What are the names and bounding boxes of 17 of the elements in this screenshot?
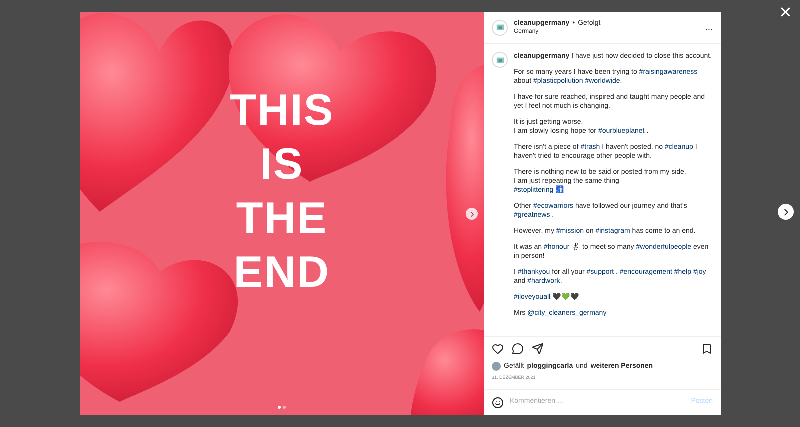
comment-icon[interactable] xyxy=(512,343,524,355)
liker-avatar[interactable] xyxy=(492,362,501,371)
emoji-icon[interactable] xyxy=(492,396,504,408)
more-options-button[interactable]: ... xyxy=(705,23,713,32)
logo-icon xyxy=(496,23,504,32)
profile-avatar[interactable] xyxy=(492,52,508,68)
image-text: END xyxy=(234,247,330,299)
bookmark-icon[interactable] xyxy=(701,343,713,355)
close-button[interactable]: ✕ xyxy=(779,4,792,24)
next-post-button[interactable] xyxy=(778,204,794,220)
heart-icon[interactable] xyxy=(492,343,504,355)
profile-avatar[interactable] xyxy=(492,20,508,36)
image-text: THIS xyxy=(230,85,334,137)
logo-icon xyxy=(496,56,504,64)
send-icon[interactable] xyxy=(532,343,544,355)
image-text: THE xyxy=(236,193,328,245)
image-text: IS xyxy=(260,139,304,191)
